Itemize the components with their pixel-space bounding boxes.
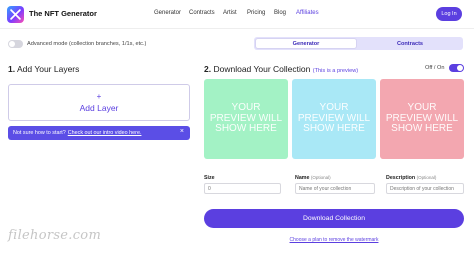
mode-tab-switch: Generator Contracts	[254, 37, 463, 50]
download-step-number: 2.	[204, 64, 212, 74]
preview-card-1: YOUR PREVIEW WILL SHOW HERE	[204, 79, 288, 159]
download-title-text: Download Your Collection	[213, 64, 311, 74]
download-collection-button[interactable]: Download Collection	[204, 209, 464, 228]
layers-title-text: Add Your Layers	[17, 64, 80, 74]
name-optional-text: (Optional)	[310, 175, 331, 180]
filehorse-watermark: filehorse.com	[8, 228, 102, 243]
layers-step-number: 1.	[8, 64, 16, 74]
name-label-text: Name	[295, 175, 310, 181]
size-input[interactable]: 0	[204, 183, 281, 194]
preview-card-3: YOUR PREVIEW WILL SHOW HERE	[380, 79, 464, 159]
nav-contracts[interactable]: Contracts	[189, 10, 215, 16]
preview-note: (This is a preview)	[312, 68, 359, 74]
nft-generator-logo-icon[interactable]	[7, 6, 24, 23]
download-section-title: 2. Download Your Collection (This is a p…	[204, 64, 358, 74]
toggle-knob	[457, 65, 463, 71]
brand-name[interactable]: The NFT Generator	[29, 9, 97, 18]
description-optional-text: (Optional)	[416, 175, 437, 180]
name-label: Name (Optional)	[295, 175, 331, 181]
intro-video-link[interactable]: Check out our intro video here.	[68, 130, 142, 136]
nav-affiliates[interactable]: Affiliates	[296, 10, 319, 16]
description-label-text: Description	[386, 175, 416, 181]
tip-text: Not sure how to start?	[13, 130, 66, 136]
layers-section-title: 1. Add Your Layers	[8, 64, 79, 74]
login-button[interactable]: Log In	[436, 7, 462, 21]
preview-toggle[interactable]	[449, 64, 464, 72]
nav-pricing[interactable]: Pricing	[247, 10, 265, 16]
add-layer-label: Add Layer	[79, 102, 119, 113]
nav-blog[interactable]: Blog	[274, 10, 286, 16]
description-label: Description (Optional)	[386, 175, 436, 181]
intro-video-tip: Not sure how to start? Check out our int…	[8, 126, 190, 140]
remove-watermark-link[interactable]: Choose a plan to remove the watermark	[204, 237, 464, 243]
preview-card-2: YOUR PREVIEW WILL SHOW HERE	[292, 79, 376, 159]
plus-icon: +	[96, 91, 102, 101]
top-header: The NFT Generator Generator Contracts Ar…	[0, 0, 474, 29]
toggle-knob	[9, 41, 15, 47]
collection-description-input[interactable]: Description of your collection	[386, 183, 464, 194]
advanced-mode-label: Advanced mode (collection branches, 1/1s…	[27, 41, 147, 47]
tab-contracts[interactable]: Contracts	[358, 38, 462, 49]
collection-name-input[interactable]: Name of your collection	[295, 183, 375, 194]
nav-artist[interactable]: Artist	[223, 10, 237, 16]
nav-generator[interactable]: Generator	[154, 10, 181, 16]
add-layer-button[interactable]: + Add Layer	[8, 84, 190, 121]
close-icon[interactable]: ×	[180, 128, 184, 135]
tab-generator[interactable]: Generator	[255, 38, 357, 49]
preview-toggle-label: Off / On	[425, 65, 445, 71]
size-label: Size	[204, 175, 215, 181]
advanced-mode-toggle[interactable]	[8, 40, 23, 48]
